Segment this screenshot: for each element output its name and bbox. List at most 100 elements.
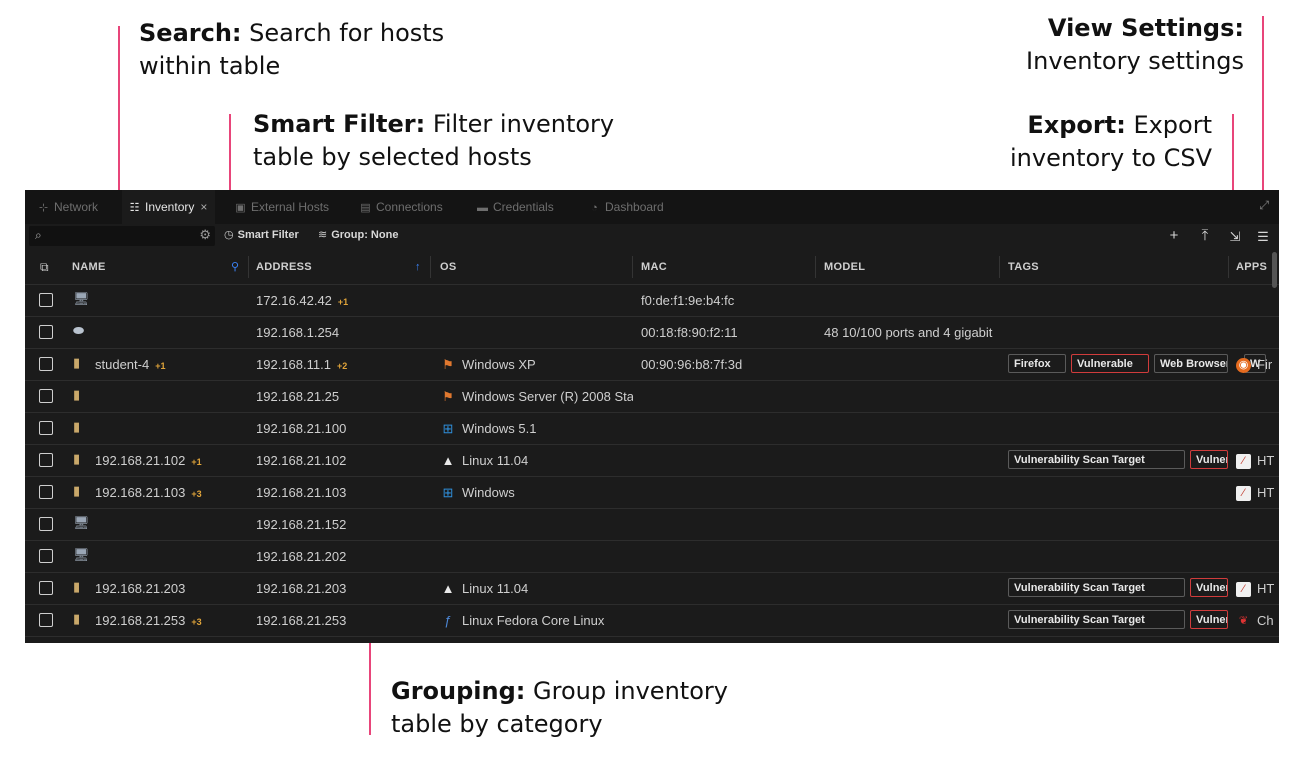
group-button[interactable]: ≋ Group: None: [318, 228, 398, 241]
host-name[interactable]: 192.168.21.253 +3: [95, 605, 245, 636]
host-model[interactable]: [824, 413, 999, 444]
collapse-top-icon[interactable]: ⤒: [1196, 227, 1214, 244]
host-os[interactable]: [440, 285, 633, 316]
table-row[interactable]: ▮ 192.168.21.203 192.168.21.203 ▲ Linux 11.0…: [25, 573, 1279, 605]
tag-badge[interactable]: Vulnerability Scan Target: [1008, 578, 1185, 597]
table-row[interactable]: ▮ student-4 +1 192.168.11.1 +2 ⚑ Windows XP 00:…: [25, 349, 1279, 381]
host-mac[interactable]: [641, 445, 811, 476]
host-app[interactable]: ◉ Fir: [1236, 349, 1272, 380]
host-mac[interactable]: f0:de:f1:9e:b4:fc: [641, 285, 811, 316]
row-checkbox[interactable]: [39, 517, 53, 531]
table-row[interactable]: ▮ 192.168.21.100 ⊞ Windows 5.1: [25, 413, 1279, 445]
host-address[interactable]: 192.168.21.100: [256, 413, 426, 444]
host-mac[interactable]: [641, 605, 811, 636]
host-os[interactable]: ⚑ Windows XP: [440, 349, 633, 380]
host-mac[interactable]: [641, 509, 811, 540]
host-name[interactable]: [95, 285, 245, 316]
host-app[interactable]: ❦ Ch: [1236, 605, 1274, 636]
host-address[interactable]: 172.16.42.42 +1: [256, 285, 426, 316]
tag-badge[interactable]: Vulnerability Scan Target: [1008, 450, 1185, 469]
host-model[interactable]: [824, 445, 999, 476]
host-model[interactable]: [824, 477, 999, 508]
table-row[interactable]: ⬬ 192.168.1.254 00:18:f8:90:f2:11 48 10/100…: [25, 317, 1279, 349]
tag-badge[interactable]: Vulnerability Scan Target: [1008, 610, 1185, 629]
tab-dashboard[interactable]: ◔ Dashboard: [584, 190, 668, 224]
host-name[interactable]: [95, 317, 245, 348]
tab-external-hosts[interactable]: ▣ External Hosts: [230, 190, 333, 224]
column-header-apps[interactable]: APPS: [1236, 250, 1267, 284]
smart-filter-button[interactable]: ◷ Smart Filter: [224, 228, 299, 241]
host-model[interactable]: [824, 509, 999, 540]
row-checkbox[interactable]: [39, 453, 53, 467]
host-os[interactable]: ƒ Linux Fedora Core Linux: [440, 605, 633, 636]
table-row[interactable]: ▮ 192.168.21.253 +3 192.168.21.253 ƒ Linux Fe…: [25, 605, 1279, 637]
host-os[interactable]: [440, 317, 633, 348]
host-os[interactable]: [440, 541, 633, 572]
column-divider[interactable]: [430, 256, 431, 278]
host-address[interactable]: 192.168.21.25: [256, 381, 426, 412]
host-os[interactable]: ⚑ Windows Server (R) 2008 Sta: [440, 381, 633, 412]
row-checkbox[interactable]: [39, 389, 53, 403]
host-address[interactable]: 192.168.21.203: [256, 573, 426, 604]
host-os[interactable]: ▲ Linux 11.04: [440, 445, 633, 476]
host-model[interactable]: [824, 381, 999, 412]
host-name[interactable]: [95, 413, 245, 444]
table-row[interactable]: 🖥 192.168.21.152: [25, 509, 1279, 541]
host-app[interactable]: ⁄ HT: [1236, 573, 1274, 604]
column-divider[interactable]: [632, 256, 633, 278]
tag-badge[interactable]: Vulnerable: [1071, 354, 1149, 373]
host-model[interactable]: 48 10/100 ports and 4 gigabit: [824, 317, 999, 348]
tab-credentials[interactable]: ▬ Credentials: [472, 190, 558, 224]
host-os[interactable]: ▲ Linux 11.04: [440, 573, 633, 604]
tag-badge[interactable]: Firefox: [1008, 354, 1066, 373]
gear-icon[interactable]: ⚙: [199, 227, 211, 243]
host-mac[interactable]: [641, 381, 811, 412]
tag-badge[interactable]: Vulnerable: [1190, 578, 1228, 597]
pin-icon[interactable]: ⚲: [231, 250, 239, 284]
host-os[interactable]: ⊞ Windows 5.1: [440, 413, 633, 444]
table-row[interactable]: ▮ 192.168.21.25 ⚑ Windows Server (R) 2008 S…: [25, 381, 1279, 413]
host-name[interactable]: [95, 509, 245, 540]
host-model[interactable]: [824, 285, 999, 316]
host-address[interactable]: 192.168.11.1 +2: [256, 349, 426, 380]
row-checkbox[interactable]: [39, 293, 53, 307]
row-checkbox[interactable]: [39, 325, 53, 339]
host-model[interactable]: [824, 573, 999, 604]
tab-network[interactable]: ⊹ Network: [33, 190, 102, 224]
row-checkbox[interactable]: [39, 613, 53, 627]
host-address[interactable]: 192.168.21.253: [256, 605, 426, 636]
view-settings-icon[interactable]: ☰: [1254, 229, 1272, 245]
host-mac[interactable]: 00:90:96:b8:7f:3d: [641, 349, 811, 380]
column-divider[interactable]: [248, 256, 249, 278]
column-divider[interactable]: [1228, 256, 1229, 278]
table-row[interactable]: 🖥 172.16.42.42 +1 f0:de:f1:9e:b4:fc: [25, 285, 1279, 317]
host-app[interactable]: ⁄ HT: [1236, 445, 1274, 476]
sort-ascending-icon[interactable]: ↑: [415, 250, 421, 284]
vertical-scrollbar[interactable]: [1272, 252, 1277, 288]
tab-inventory[interactable]: ☷ Inventory ×: [122, 190, 216, 224]
host-name[interactable]: 192.168.21.102 +1: [95, 445, 245, 476]
host-mac[interactable]: [641, 477, 811, 508]
row-checkbox[interactable]: [39, 421, 53, 435]
tab-connections[interactable]: ▤ Connections: [355, 190, 447, 224]
table-row[interactable]: ▮ 192.168.21.103 +3 192.168.21.103 ⊞ Windows ⁄…: [25, 477, 1279, 509]
host-mac[interactable]: [641, 541, 811, 572]
host-mac[interactable]: [641, 413, 811, 444]
row-checkbox[interactable]: [39, 485, 53, 499]
expand-icon[interactable]: ⤢: [1259, 198, 1269, 213]
column-header-os[interactable]: OS: [440, 250, 457, 284]
host-address[interactable]: 192.168.21.152: [256, 509, 426, 540]
column-header-name[interactable]: NAME: [72, 250, 106, 284]
table-row[interactable]: ▮ 192.168.21.102 +1 192.168.21.102 ▲ Linux 11…: [25, 445, 1279, 477]
host-address[interactable]: 192.168.1.254: [256, 317, 426, 348]
row-checkbox[interactable]: [39, 549, 53, 563]
close-icon[interactable]: ×: [200, 200, 207, 214]
add-icon[interactable]: +: [1165, 227, 1183, 244]
host-name[interactable]: 192.168.21.103 +3: [95, 477, 245, 508]
search-input[interactable]: [51, 227, 195, 247]
select-all-icon[interactable]: ⧉: [40, 250, 49, 284]
column-header-model[interactable]: MODEL: [824, 250, 865, 284]
column-header-mac[interactable]: MAC: [641, 250, 667, 284]
host-name[interactable]: student-4 +1: [95, 349, 245, 380]
host-model[interactable]: [824, 605, 999, 636]
